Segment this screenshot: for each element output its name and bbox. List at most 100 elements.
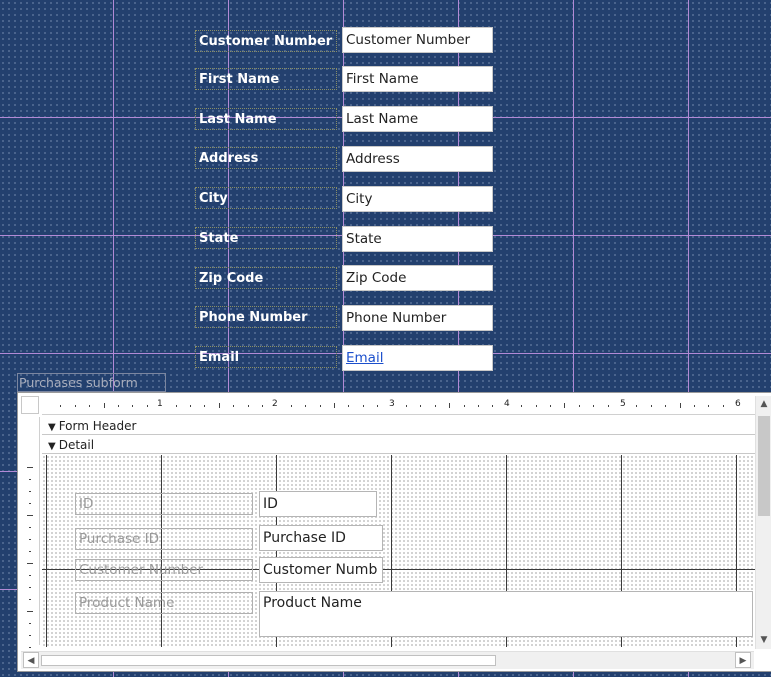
ruler-tick xyxy=(636,405,638,407)
ruler-tick xyxy=(607,405,609,407)
ruler-number: 5 xyxy=(620,399,626,409)
vertical-scroll-thumb[interactable] xyxy=(758,416,770,516)
section-collapse-icon: ▼ xyxy=(48,422,56,433)
ruler-tick xyxy=(377,405,379,407)
ruler-tick xyxy=(103,403,105,408)
ruler-tick xyxy=(434,405,436,407)
textbox-address[interactable]: Address xyxy=(342,146,493,172)
ruler-tick xyxy=(420,405,422,407)
subform-label-customer-number[interactable]: Customer Number xyxy=(75,559,253,581)
ruler-tick xyxy=(564,403,566,408)
textbox-phone-number[interactable]: Phone Number xyxy=(342,305,493,331)
scroll-left-icon[interactable]: ◀ xyxy=(23,652,39,668)
ruler-number: 3 xyxy=(389,399,395,409)
ruler-tick xyxy=(74,405,76,407)
subform-label-id[interactable]: ID xyxy=(75,493,253,515)
section-form-header-label: Form Header xyxy=(58,419,137,433)
ruler-tick xyxy=(593,405,595,407)
ruler-number: 4 xyxy=(504,399,510,409)
subform-label-product-name[interactable]: Product Name xyxy=(75,592,253,614)
ruler-tick xyxy=(27,563,33,564)
ruler-tick xyxy=(550,405,551,407)
ruler-tick xyxy=(29,623,31,624)
subform-textbox-customer-number[interactable]: Customer Numb xyxy=(259,557,383,583)
ruler-tick xyxy=(190,405,191,407)
ruler-tick xyxy=(290,405,292,407)
ruler-tick xyxy=(132,405,134,407)
textbox-customer-number[interactable]: Customer Number xyxy=(342,27,493,53)
ruler-tick xyxy=(722,405,724,407)
ruler-tick xyxy=(665,405,667,407)
textbox-last-name[interactable]: Last Name xyxy=(342,106,493,132)
ruler-tick xyxy=(89,405,91,407)
ruler-number: 6 xyxy=(735,399,741,409)
textbox-zip-code[interactable]: Zip Code xyxy=(342,265,493,291)
ruler-tick xyxy=(27,515,33,516)
label-address[interactable]: Address xyxy=(195,147,337,169)
ruler-tick xyxy=(463,405,465,407)
label-state[interactable]: State xyxy=(195,227,337,249)
purchases-subform[interactable]: 1 2 3 4 5 6 ▼ Form Header ▼ Detail ID ID P… xyxy=(17,392,771,672)
subform-textbox-purchase-id[interactable]: Purchase ID xyxy=(259,525,383,551)
ruler-tick xyxy=(175,405,177,407)
ruler-tick xyxy=(247,405,249,407)
subform-textbox-product-name[interactable]: Product Name xyxy=(259,591,753,637)
subform-textbox-id[interactable]: ID xyxy=(259,491,377,517)
ruler-tick xyxy=(708,405,710,407)
vertical-scrollbar[interactable]: ▲ ▼ xyxy=(755,396,771,649)
vertical-ruler[interactable] xyxy=(21,417,40,648)
section-detail-label: Detail xyxy=(58,438,95,452)
ruler-tick xyxy=(27,467,33,468)
section-collapse-icon: ▼ xyxy=(48,441,56,452)
ruler-tick xyxy=(492,405,494,407)
ruler-tick xyxy=(449,403,451,408)
ruler-tick xyxy=(27,611,33,612)
ruler-tick xyxy=(362,405,364,407)
ruler-tick xyxy=(29,635,31,636)
textbox-email[interactable]: Email xyxy=(342,345,493,371)
textbox-city[interactable]: City xyxy=(342,186,493,212)
ruler-tick xyxy=(262,405,263,407)
section-form-header[interactable]: ▼ Form Header xyxy=(42,417,755,435)
ruler-tick xyxy=(679,403,681,408)
ruler-tick xyxy=(29,575,31,576)
textbox-state[interactable]: State xyxy=(342,226,493,252)
ruler-tick xyxy=(60,405,62,407)
ruler-tick xyxy=(535,405,537,407)
scroll-right-icon[interactable]: ▶ xyxy=(735,652,751,668)
textbox-first-name[interactable]: First Name xyxy=(342,66,493,92)
ruler-tick xyxy=(650,405,652,407)
label-zip-code[interactable]: Zip Code xyxy=(195,267,337,289)
ruler-tick xyxy=(29,479,31,480)
ruler-tick xyxy=(29,527,31,528)
section-detail[interactable]: ▼ Detail xyxy=(42,436,755,454)
ruler-tick xyxy=(348,405,350,407)
ruler-tick xyxy=(29,503,31,504)
subform-label-purchase-id[interactable]: Purchase ID xyxy=(75,528,253,550)
label-customer-number[interactable]: Customer Number xyxy=(195,30,337,52)
ruler-tick xyxy=(218,403,220,408)
ruler-tick xyxy=(578,405,580,407)
ruler-tick xyxy=(29,539,31,540)
subform-label[interactable]: Purchases subform xyxy=(17,373,166,392)
ruler-tick xyxy=(305,405,307,407)
label-email[interactable]: Email xyxy=(195,346,337,368)
scroll-up-icon[interactable]: ▲ xyxy=(756,396,771,412)
horizontal-ruler[interactable]: 1 2 3 4 5 6 xyxy=(42,396,755,415)
scroll-down-icon[interactable]: ▼ xyxy=(756,632,771,648)
detail-section-grid[interactable]: ID ID Purchase ID Purchase ID Customer N… xyxy=(42,455,755,647)
ruler-tick xyxy=(146,405,148,407)
ruler-number: 2 xyxy=(272,399,278,409)
ruler-tick xyxy=(29,587,31,588)
label-first-name[interactable]: First Name xyxy=(195,68,337,90)
ruler-tick xyxy=(319,405,321,407)
label-phone-number[interactable]: Phone Number xyxy=(195,306,337,328)
ruler-tick xyxy=(204,405,206,407)
ruler-tick xyxy=(233,405,235,407)
label-city[interactable]: City xyxy=(195,187,337,209)
ruler-tick xyxy=(29,551,31,552)
horizontal-scroll-thumb[interactable] xyxy=(41,655,496,666)
form-selector[interactable] xyxy=(21,396,39,414)
label-last-name[interactable]: Last Name xyxy=(195,108,337,130)
horizontal-scrollbar[interactable]: ◀ ▶ xyxy=(21,651,754,669)
